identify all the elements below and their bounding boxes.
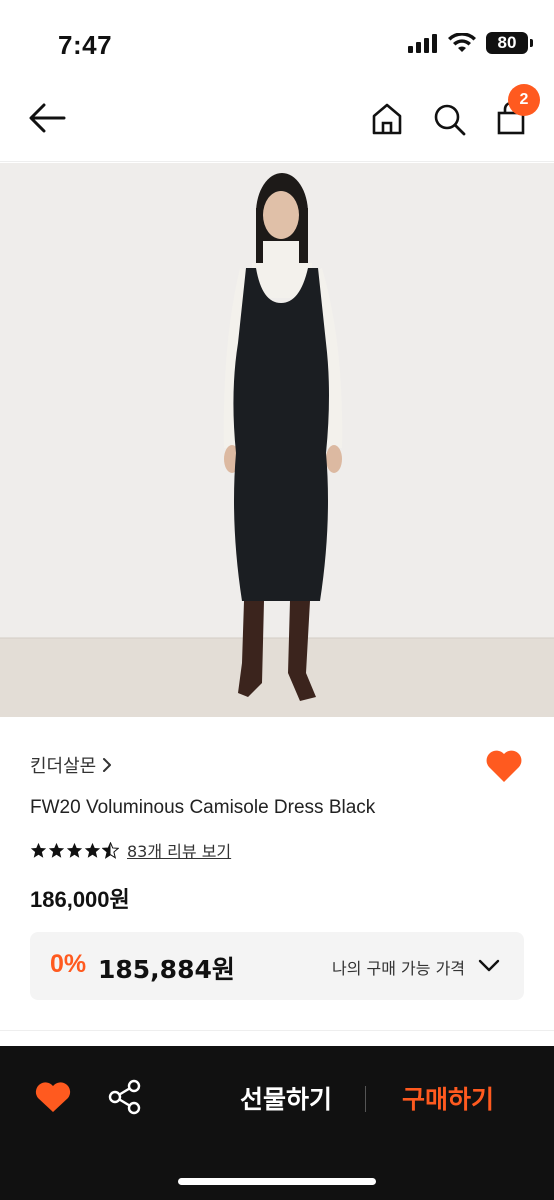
star-icon <box>30 842 47 858</box>
status-bar: 7:47 80 <box>0 0 554 80</box>
brand-name: 킨더살몬 <box>30 756 97 777</box>
search-icon[interactable] <box>430 100 468 138</box>
product-photo <box>0 163 554 717</box>
my-price-label: 나의 구매 가능 가격 <box>332 959 466 978</box>
home-icon[interactable] <box>368 100 406 138</box>
product-image[interactable] <box>0 163 554 717</box>
rating-row: 83개 리뷰 보기 <box>30 838 231 862</box>
discount-rate: 0% <box>50 950 87 978</box>
star-icon <box>84 842 101 858</box>
my-price: 185,884원 <box>98 955 235 984</box>
bottom-action-bar: 선물하기 구매하기 <box>0 1046 554 1200</box>
top-nav <box>0 80 554 162</box>
status-indicators: 80 <box>408 32 533 54</box>
star-icon <box>48 842 65 858</box>
signal-icon <box>408 34 437 53</box>
back-arrow-icon[interactable] <box>26 100 68 136</box>
my-price-box[interactable]: 0% 185,884원 나의 구매 가능 가격 <box>30 932 524 1000</box>
heart-wishlist-icon[interactable] <box>484 748 524 784</box>
brand-link[interactable]: 킨더살몬 <box>30 752 112 778</box>
review-link[interactable]: 83개 리뷰 보기 <box>127 838 231 862</box>
wifi-icon <box>448 33 476 52</box>
buy-button[interactable]: 구매하기 <box>394 1076 502 1120</box>
chevron-down-icon[interactable] <box>476 954 502 978</box>
product-price: 186,000원 <box>30 887 130 912</box>
button-separator <box>365 1086 366 1112</box>
share-icon[interactable] <box>106 1078 144 1116</box>
home-indicator <box>178 1178 376 1185</box>
gift-button[interactable]: 선물하기 <box>232 1076 340 1120</box>
battery-indicator: 80 <box>486 32 533 54</box>
status-time: 7:47 <box>58 30 113 60</box>
half-star-icon <box>102 841 119 859</box>
rating-stars <box>30 841 119 859</box>
star-icon <box>66 842 83 858</box>
divider <box>0 1030 554 1031</box>
heart-wishlist-icon[interactable] <box>34 1080 72 1114</box>
cart-count-badge: 2 <box>508 84 540 116</box>
chevron-right-icon <box>103 758 112 772</box>
product-name: FW20 Voluminous Camisole Dress Black <box>30 797 376 818</box>
